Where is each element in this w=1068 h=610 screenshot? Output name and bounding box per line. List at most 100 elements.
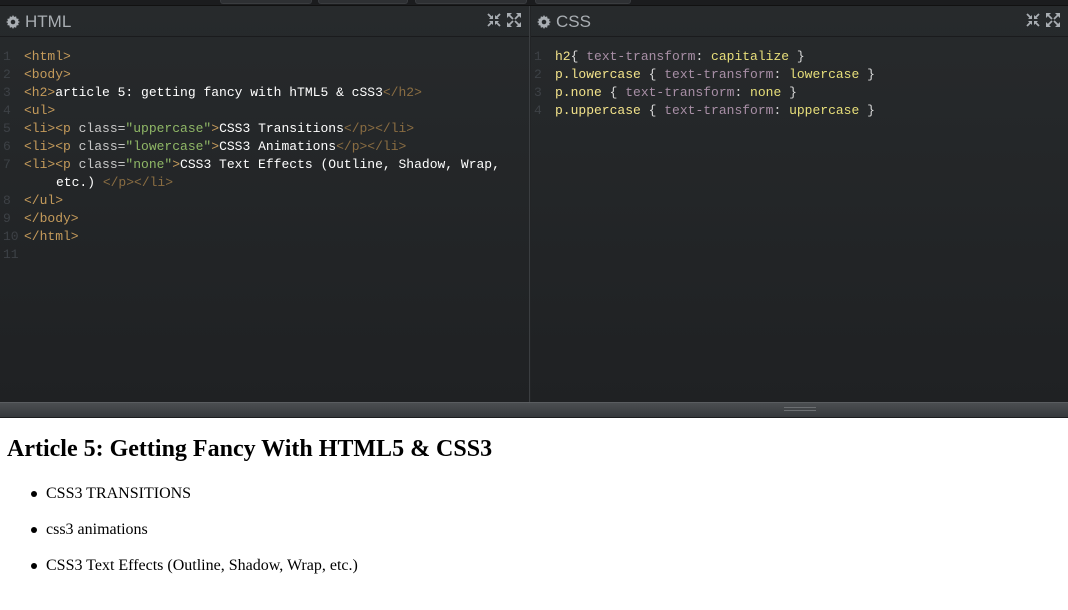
- code-token: lowercase: [789, 67, 860, 82]
- result-preview: article 5: getting fancy with hTML5 & cS…: [0, 418, 1068, 610]
- code-token: p.uppercase: [555, 103, 641, 118]
- code-token: {: [601, 85, 626, 100]
- code-token: <ul>: [24, 103, 56, 118]
- expand-icon[interactable]: [507, 13, 521, 27]
- html-pane-header: HTML: [0, 6, 529, 37]
- code-token: uppercase: [789, 103, 860, 118]
- code-token: article 5: getting fancy with hTML5 & cS…: [55, 85, 383, 100]
- css-code-editor[interactable]: 1 h2{ text-transform: capitalize } 2 p.l…: [531, 48, 1068, 120]
- code-token: text-transform: [664, 103, 774, 118]
- top-tab[interactable]: [220, 0, 312, 4]
- code-line: 4 p.uppercase { text-transform: uppercas…: [531, 102, 1068, 120]
- code-token: </p></li>: [343, 121, 415, 136]
- code-token: }: [789, 49, 805, 64]
- top-tab[interactable]: [318, 0, 408, 4]
- code-token: }: [859, 67, 875, 82]
- code-line: 10 </html>: [0, 228, 529, 246]
- code-line: 11: [0, 246, 529, 264]
- code-token: </h2>: [382, 85, 422, 100]
- result-list: CSS3 Transitions CSS3 Animations CSS3 Te…: [31, 484, 358, 592]
- gear-icon[interactable]: [6, 15, 20, 29]
- grip-icon[interactable]: [784, 407, 816, 413]
- gear-icon[interactable]: [537, 15, 551, 29]
- line-number: 9: [3, 211, 11, 226]
- line-number: 1: [3, 49, 11, 64]
- code-line: 6 <li><p class="lowercase">CSS3 Animatio…: [0, 138, 529, 156]
- code-line: 3 <h2>article 5: getting fancy with hTML…: [0, 84, 529, 102]
- code-line: 1 <html>: [0, 48, 529, 66]
- html-pane: HTML 1 <html> 2 <body> 3 <h2>article 5: …: [0, 6, 530, 404]
- code-token: etc.): [56, 175, 103, 190]
- code-token: </body>: [24, 211, 79, 226]
- line-number: 11: [3, 247, 19, 262]
- code-token: p.lowercase: [555, 67, 641, 82]
- code-line: 2 p.lowercase { text-transform: lowercas…: [531, 66, 1068, 84]
- editor-area: HTML 1 <html> 2 <body> 3 <h2>article 5: …: [0, 0, 1068, 404]
- code-token: text-transform: [586, 49, 696, 64]
- code-token: <li><p: [24, 121, 71, 136]
- code-token: text-transform: [625, 85, 735, 100]
- code-token: </html>: [24, 229, 79, 244]
- code-token: <body>: [24, 67, 71, 82]
- code-token: CSS3 Animations: [219, 139, 337, 154]
- line-number: 1: [534, 49, 542, 64]
- top-tab[interactable]: [535, 0, 631, 4]
- code-token: <html>: [24, 49, 71, 64]
- css-pane-controls: [1026, 13, 1060, 27]
- code-token: :: [773, 103, 790, 118]
- html-pane-title[interactable]: HTML: [6, 11, 71, 33]
- code-token: CSS3 Text Effects (Outline, Shadow, Wrap…: [180, 157, 500, 172]
- pane-title-text: CSS: [556, 12, 591, 31]
- html-pane-controls: [487, 13, 521, 27]
- html-code-editor[interactable]: 1 <html> 2 <body> 3 <h2>article 5: getti…: [0, 48, 529, 264]
- code-line: 4 <ul>: [0, 102, 529, 120]
- code-token: text-transform: [664, 67, 774, 82]
- code-token: CSS3 Transitions: [219, 121, 344, 136]
- line-number: 3: [3, 85, 11, 100]
- pane-resize-handle[interactable]: [0, 402, 1068, 418]
- code-token: class=: [70, 121, 126, 136]
- code-token: <li><p: [24, 157, 71, 172]
- code-token: "lowercase": [125, 139, 212, 154]
- line-number: 4: [534, 103, 542, 118]
- line-number: 10: [3, 229, 19, 244]
- code-token: {: [640, 103, 665, 118]
- code-line: 5 <li><p class="uppercase">CSS3 Transiti…: [0, 120, 529, 138]
- code-token: class=: [70, 157, 126, 172]
- code-token: </ul>: [24, 193, 64, 208]
- code-line: 3 p.none { text-transform: none }: [531, 84, 1068, 102]
- expand-icon[interactable]: [1046, 13, 1060, 27]
- code-token: }: [781, 85, 797, 100]
- top-tab[interactable]: [415, 0, 527, 4]
- code-token: p.none: [555, 85, 602, 100]
- css-pane-title[interactable]: CSS: [537, 11, 591, 33]
- line-number: 2: [3, 67, 11, 82]
- line-number: 7: [3, 157, 11, 172]
- code-token: "none": [125, 157, 173, 172]
- code-token: "uppercase": [125, 121, 212, 136]
- code-token: class=: [70, 139, 126, 154]
- collapse-icon[interactable]: [1026, 13, 1040, 27]
- code-token: :: [773, 67, 790, 82]
- code-token: <li><p: [24, 139, 71, 154]
- collapse-icon[interactable]: [487, 13, 501, 27]
- code-line: 9 </body>: [0, 210, 529, 228]
- line-number: 2: [534, 67, 542, 82]
- pane-title-text: HTML: [25, 12, 72, 31]
- line-number: 8: [3, 193, 11, 208]
- code-token: </p></li>: [102, 175, 174, 190]
- code-token: h2: [555, 49, 571, 64]
- line-number: 6: [3, 139, 11, 154]
- code-token: }: [859, 103, 875, 118]
- code-token: {: [570, 49, 587, 64]
- code-token: {: [640, 67, 665, 82]
- result-heading: article 5: getting fancy with hTML5 & cS…: [7, 436, 493, 462]
- line-number: 5: [3, 121, 11, 136]
- line-number: 4: [3, 103, 11, 118]
- code-token: :: [734, 85, 751, 100]
- code-token: </p></li>: [336, 139, 407, 154]
- code-line: 1 h2{ text-transform: capitalize }: [531, 48, 1068, 66]
- code-token: capitalize: [711, 49, 790, 64]
- code-line: 2 <body>: [0, 66, 529, 84]
- code-token: none: [750, 85, 782, 100]
